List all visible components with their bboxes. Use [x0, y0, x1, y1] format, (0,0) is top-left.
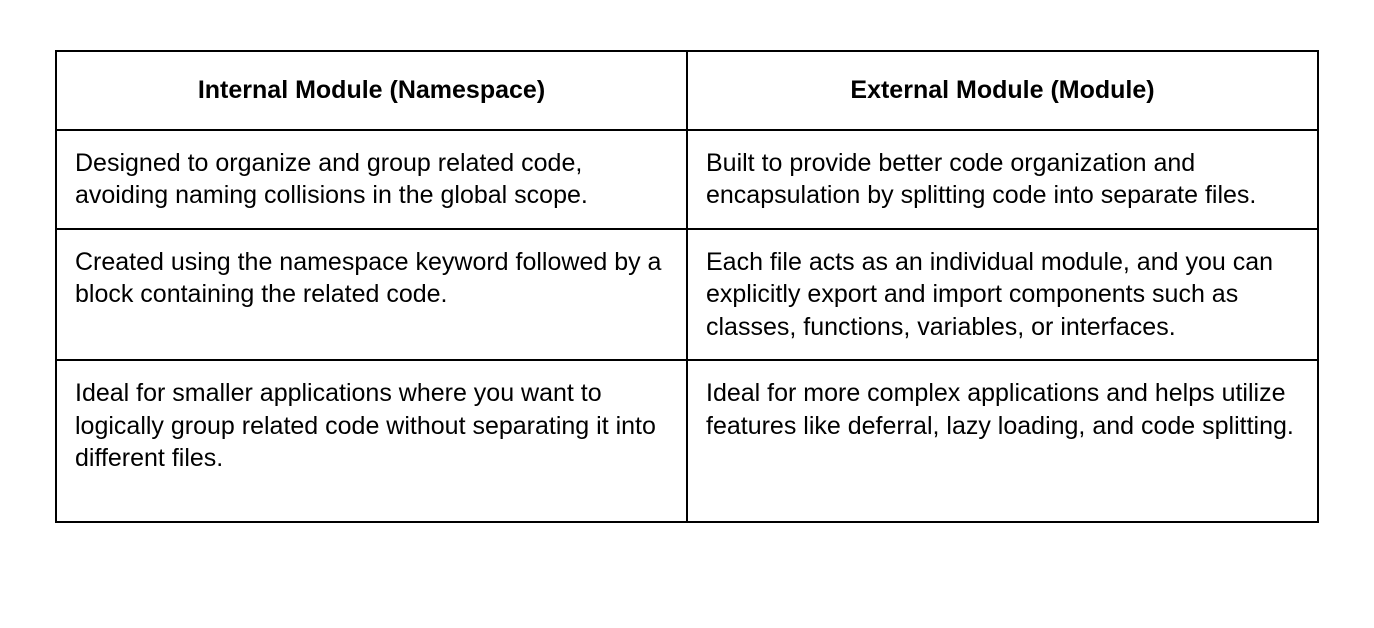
cell-external-3: Ideal for more complex applications and … [687, 360, 1318, 522]
cell-internal-3: Ideal for smaller applications where you… [56, 360, 687, 522]
comparison-table: Internal Module (Namespace) External Mod… [55, 50, 1319, 523]
table-header-row: Internal Module (Namespace) External Mod… [56, 51, 1318, 130]
header-internal-module: Internal Module (Namespace) [56, 51, 687, 130]
table-row: Created using the namespace keyword foll… [56, 229, 1318, 361]
cell-external-1: Built to provide better code organizatio… [687, 130, 1318, 229]
table-row: Designed to organize and group related c… [56, 130, 1318, 229]
cell-internal-1: Designed to organize and group related c… [56, 130, 687, 229]
cell-external-2: Each file acts as an individual module, … [687, 229, 1318, 361]
table-row: Ideal for smaller applications where you… [56, 360, 1318, 522]
cell-internal-2: Created using the namespace keyword foll… [56, 229, 687, 361]
header-external-module: External Module (Module) [687, 51, 1318, 130]
